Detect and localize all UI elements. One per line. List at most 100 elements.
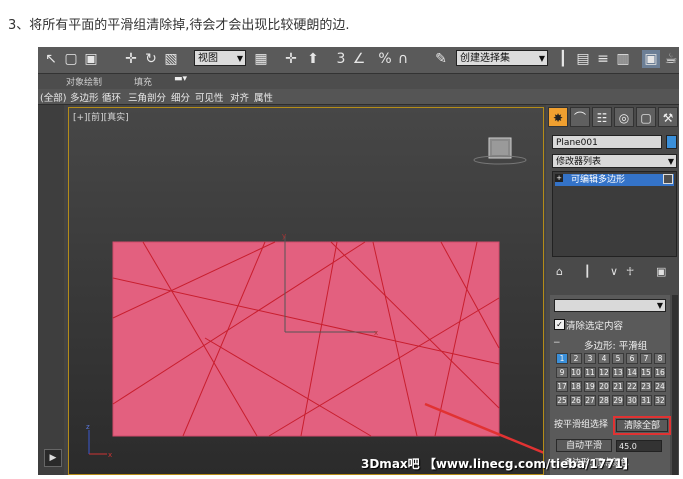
sg-button[interactable]: 2	[570, 353, 582, 364]
tab-polygon[interactable]: 多边形	[70, 90, 99, 104]
sg-button[interactable]: 11	[584, 367, 596, 378]
expand-plus-icon[interactable]: +	[555, 174, 563, 182]
rect-selection-icon[interactable]: ▢	[62, 50, 80, 68]
tab-align[interactable]: 对齐	[230, 90, 249, 104]
sg-button[interactable]: 17	[556, 381, 568, 392]
motion-tab-icon[interactable]: ◎	[614, 107, 634, 127]
mirror-icon[interactable]: ┃	[554, 50, 572, 68]
modify-tab-icon[interactable]: ⌒	[570, 107, 590, 127]
plane-object[interactable]: y x	[112, 232, 500, 437]
svg-text:y: y	[282, 232, 286, 240]
sg-button[interactable]: 24	[654, 381, 666, 392]
pin-stack-icon[interactable]: ⌂	[556, 265, 563, 278]
render-icon[interactable]: ☕	[662, 50, 679, 68]
angle-snap-icon[interactable]: ∠	[350, 50, 368, 68]
sg-button[interactable]: 18	[570, 381, 582, 392]
layer-manager-icon[interactable]: ≡	[594, 50, 612, 68]
sg-button[interactable]: 16	[654, 367, 666, 378]
sg-button[interactable]: 21	[612, 381, 624, 392]
align-icon[interactable]: ▤	[574, 50, 592, 68]
spinner-snap-icon[interactable]: ∩	[394, 50, 412, 68]
sg-button[interactable]: 26	[570, 395, 582, 406]
display-tab-icon[interactable]: ▢	[636, 107, 656, 127]
sg-button[interactable]: 4	[598, 353, 610, 364]
tab-triangulate[interactable]: 三角剖分	[128, 90, 166, 104]
sg-button[interactable]: 15	[640, 367, 652, 378]
named-selection-sets[interactable]: 创建选择集 ▼	[456, 50, 548, 66]
stack-item-editable-poly[interactable]: 可编辑多边形	[555, 174, 674, 186]
sg-button[interactable]: 6	[626, 353, 638, 364]
modifier-stack: 可编辑多边形 +	[552, 171, 677, 257]
tab-visibility[interactable]: 可见性	[195, 90, 224, 104]
reference-coord-dropdown[interactable]: 视图 ▼	[194, 50, 246, 66]
select-object-icon[interactable]: ↖	[42, 50, 60, 68]
svg-text:z: z	[86, 423, 90, 431]
sg-button[interactable]: 3	[584, 353, 596, 364]
make-unique-icon[interactable]: ∨	[610, 265, 618, 278]
tab-all[interactable]: (全部)	[40, 90, 66, 104]
sg-button[interactable]: 20	[598, 381, 610, 392]
select-by-sg-button[interactable]: 按平滑组选择	[554, 419, 608, 432]
render-setup-icon[interactable]: ▣	[642, 50, 660, 68]
collapse-icon: −	[553, 338, 561, 348]
pivot-icon[interactable]: ▦	[252, 50, 270, 68]
modifier-list-dropdown[interactable]: 修改器列表 ▼	[552, 154, 677, 168]
sg-button[interactable]: 9	[556, 367, 568, 378]
utilities-tab-icon[interactable]: ⚒	[658, 107, 678, 127]
sg-button[interactable]: 23	[640, 381, 652, 392]
configure-sets-icon[interactable]: ▣	[656, 265, 666, 278]
smoothing-groups-rollout[interactable]: − 多边形: 平滑组	[550, 338, 670, 352]
svg-text:x: x	[374, 329, 378, 337]
command-panel: ✸ ⌒ ☷ ◎ ▢ ⚒ Plane001 修改器列表 ▼ 可编辑多边形 + ⌂ …	[546, 105, 679, 475]
3dsmax-window: ↖ ▢ ▣ ✛ ↻ ▧ 视图 ▼ ▦ ✛ ⬆ 3 ∠ % ∩ ✎ 创建选择集 ▼…	[38, 47, 679, 475]
move-icon[interactable]: ✛	[122, 50, 140, 68]
tab-loop[interactable]: 循环	[102, 90, 121, 104]
clear-selected-checkbox[interactable]: ✓	[554, 319, 565, 330]
sg-button[interactable]: 31	[640, 395, 652, 406]
sg-button[interactable]: 29	[612, 395, 624, 406]
remove-modifier-icon[interactable]: ☥	[626, 265, 634, 278]
sg-button[interactable]: 25	[556, 395, 568, 406]
keyboard-shortcut-icon[interactable]: ⬆	[304, 50, 322, 68]
tab-subdivide[interactable]: 细分	[171, 90, 190, 104]
sg-button[interactable]: 22	[626, 381, 638, 392]
viewcube-icon[interactable]	[473, 137, 527, 165]
sg-button[interactable]: 10	[570, 367, 582, 378]
ribbon-toggle-icon[interactable]: ▬▾	[174, 74, 187, 84]
create-tab-icon[interactable]: ✸	[548, 107, 568, 127]
panel-scrollbar[interactable]	[672, 295, 678, 475]
sg-button[interactable]: 19	[584, 381, 596, 392]
play-button[interactable]: ▶	[44, 449, 62, 467]
percent-snap-icon[interactable]: %	[376, 50, 394, 68]
sg-button[interactable]: 1	[556, 353, 568, 364]
tab-properties[interactable]: 属性	[254, 90, 273, 104]
stack-toggle-icon[interactable]	[663, 174, 673, 184]
object-name-field[interactable]: Plane001	[552, 135, 662, 149]
sg-button[interactable]: 12	[598, 367, 610, 378]
sg-button[interactable]: 13	[612, 367, 624, 378]
hierarchy-tab-icon[interactable]: ☷	[592, 107, 612, 127]
sg-button[interactable]: 27	[584, 395, 596, 406]
selection-dropdown[interactable]: ▼	[554, 299, 666, 312]
sg-button[interactable]: 5	[612, 353, 624, 364]
auto-smooth-threshold[interactable]: 45.0	[616, 440, 662, 452]
chevron-down-icon: ▼	[667, 157, 674, 166]
sg-button[interactable]: 32	[654, 395, 666, 406]
sg-button[interactable]: 7	[640, 353, 652, 364]
select-manipulate-icon[interactable]: ✛	[282, 50, 300, 68]
object-color-swatch[interactable]	[666, 135, 677, 149]
edit-named-sets-icon[interactable]: ✎	[432, 50, 450, 68]
window-crossing-icon[interactable]: ▣	[82, 50, 100, 68]
sg-button[interactable]: 28	[598, 395, 610, 406]
show-end-result-icon[interactable]: ┃	[584, 265, 591, 278]
sg-button[interactable]: 8	[654, 353, 666, 364]
curve-editor-icon[interactable]: ▥	[614, 50, 632, 68]
sg-button[interactable]: 14	[626, 367, 638, 378]
snap-toggle-icon[interactable]: 3	[332, 50, 350, 68]
front-viewport[interactable]: [+][前][真实] y x z x	[68, 107, 544, 475]
auto-smooth-button[interactable]: 自动平滑	[556, 439, 612, 452]
sg-button[interactable]: 30	[626, 395, 638, 406]
rotate-icon[interactable]: ↻	[142, 50, 160, 68]
scale-icon[interactable]: ▧	[162, 50, 180, 68]
svg-text:x: x	[108, 451, 112, 459]
